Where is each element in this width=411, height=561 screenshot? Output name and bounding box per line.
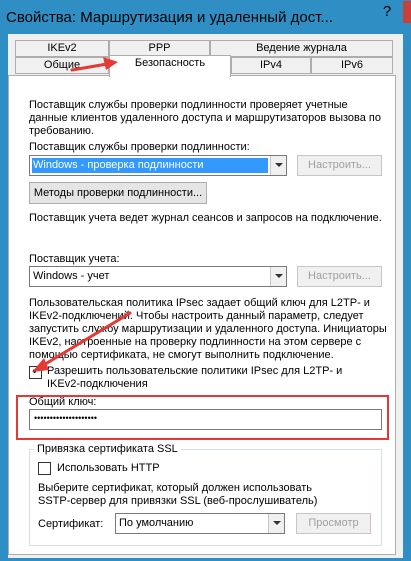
allow-ipsec-policy-label-line-2: IKEv2-подключения [47, 378, 148, 390]
certificate-label: Сертификат: [38, 518, 104, 530]
security-tab-panel: Поставщик службы проверки подлинности пр… [8, 75, 396, 555]
ipsec-description-line-1: Пользовательская политика IPsec задает о… [29, 297, 370, 309]
help-button[interactable]: ? [373, 1, 401, 23]
tab-logging[interactable]: Ведение журнала [210, 40, 393, 57]
auth-description-line-2: данные клиентов удаленного доступа и мар… [29, 112, 381, 124]
auth-methods-button[interactable]: Методы проверки подлинности... [29, 182, 207, 204]
ipsec-description-line-4: IKEv2, настроенные на проверку подлиннос… [29, 336, 362, 348]
ipsec-description-line-5: помощью сертификата, не смогут выполнить… [29, 349, 334, 361]
accounting-provider-value: Windows - учет [33, 270, 110, 282]
chevron-down-icon[interactable] [268, 514, 284, 533]
certificate-browse-button[interactable]: Просмотр [296, 513, 371, 534]
chevron-down-icon[interactable] [270, 267, 286, 286]
certificate-select[interactable]: По умолчанию [115, 513, 285, 534]
accounting-provider-label: Поставщик учета: [29, 253, 120, 265]
use-http-checkbox[interactable] [38, 462, 51, 475]
ipsec-description-line-2: IKEv2-подключений. Чтобы настроить данны… [29, 310, 364, 322]
tab-ikev2[interactable]: IKEv2 [15, 40, 109, 57]
close-button[interactable] [403, 1, 411, 23]
allow-ipsec-policy-checkbox[interactable]: ✔ [29, 363, 42, 379]
ipsec-description-line-3: запустить службу маршрутизации и удаленн… [29, 323, 387, 335]
ssl-description-line-1: Выберите сертификат, который должен испо… [38, 482, 313, 494]
use-http-label: Использовать HTTP [57, 462, 160, 474]
tab-ipv6[interactable]: IPv6 [311, 57, 393, 74]
ssl-group-title: Привязка сертификата SSL [34, 443, 181, 455]
accounting-provider-select[interactable]: Windows - учет [29, 266, 287, 287]
certificate-value: По умолчанию [119, 517, 194, 529]
auth-provider-select[interactable]: Windows - проверка подлинности [29, 155, 287, 176]
allow-ipsec-policy-label-line-1: Разрешить пользовательские политики IPse… [47, 365, 343, 377]
auth-configure-button[interactable]: Настроить... [297, 155, 382, 176]
accounting-configure-button[interactable]: Настроить... [297, 266, 382, 287]
chevron-down-icon[interactable] [270, 156, 286, 175]
window-title: Свойства: Маршрутизация и удаленный дост… [6, 9, 333, 26]
shared-key-highlight-box [16, 395, 389, 440]
accounting-log-note: Поставщик учета ведет журнал сеансов и з… [29, 212, 382, 224]
auth-provider-value: Windows - проверка подлинности [32, 158, 268, 173]
ssl-description-line-2: SSTP-сервер для привязки SSL (веб-прослу… [38, 495, 318, 507]
title-bar: Свойства: Маршрутизация и удаленный дост… [0, 0, 411, 34]
tab-general[interactable]: Общие [15, 57, 109, 74]
tab-security[interactable]: Безопасность [109, 55, 231, 77]
auth-description-line-3: требованию. [29, 125, 94, 137]
auth-provider-label: Поставщик службы проверки подлинности: [29, 141, 250, 153]
auth-description-line-1: Поставщик службы проверки подлинности пр… [29, 99, 348, 111]
check-mark-icon: ✔ [31, 363, 42, 377]
tab-ipv4[interactable]: IPv4 [231, 57, 311, 74]
